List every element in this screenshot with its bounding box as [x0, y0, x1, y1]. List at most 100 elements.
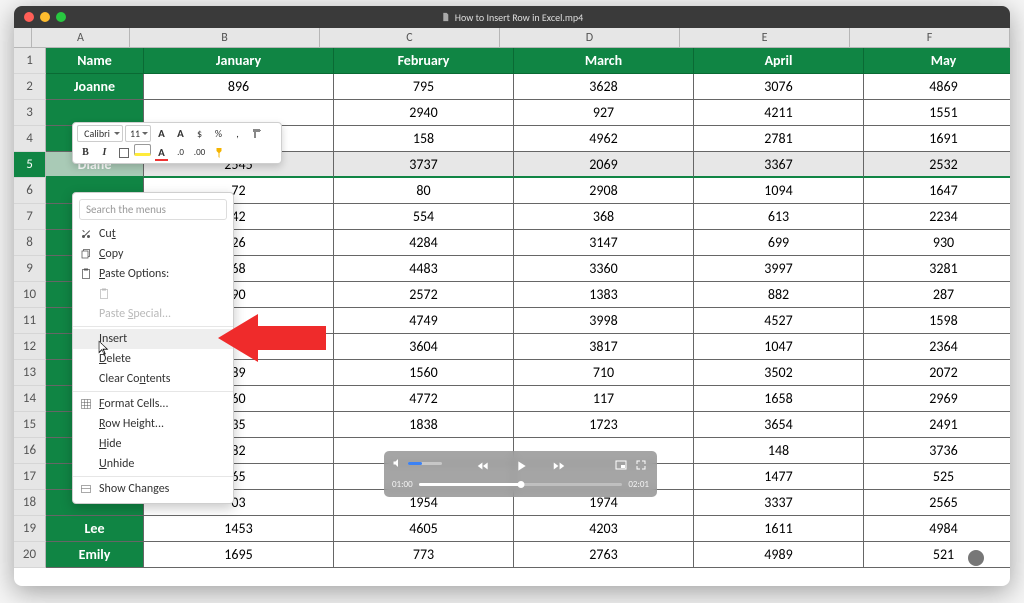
header-cell[interactable]: January [144, 48, 334, 74]
menu-show-changes[interactable]: Show Changes [73, 479, 233, 499]
cell[interactable]: 4772 [334, 386, 514, 412]
row-header[interactable]: 3 [14, 100, 46, 126]
mini-toolbar[interactable]: Calibri 11 A A $ % , B I A .0 .00 [72, 122, 282, 164]
cell[interactable]: Emily [46, 542, 144, 568]
select-all-corner[interactable] [14, 28, 32, 48]
cell[interactable]: 4962 [514, 126, 694, 152]
fullscreen-button[interactable] [633, 457, 649, 473]
cell[interactable]: 287 [864, 282, 1010, 308]
cell[interactable]: 521 [864, 542, 1010, 568]
col-header[interactable]: B [130, 28, 320, 48]
cell[interactable]: 3147 [514, 230, 694, 256]
cell[interactable]: Joanne [46, 74, 144, 100]
col-header[interactable]: C [320, 28, 500, 48]
cell[interactable]: 3654 [694, 412, 864, 438]
maximize-icon[interactable] [56, 12, 66, 22]
menu-row-height[interactable]: Row Height... [73, 414, 233, 434]
row-header[interactable]: 6 [14, 178, 46, 204]
row-header[interactable]: 5 [14, 152, 46, 178]
minimize-icon[interactable] [40, 12, 50, 22]
cell[interactable]: 3997 [694, 256, 864, 282]
cell[interactable]: 3281 [864, 256, 1010, 282]
cell[interactable]: 4989 [694, 542, 864, 568]
cell[interactable]: 1453 [144, 516, 334, 542]
cell[interactable]: 1838 [334, 412, 514, 438]
decimal-decrease-icon[interactable]: .0 [172, 144, 189, 161]
font-size-select[interactable]: 11 [125, 125, 151, 142]
cell[interactable]: 930 [864, 230, 1010, 256]
header-cell[interactable]: March [514, 48, 694, 74]
row-header[interactable]: 1 [14, 48, 46, 74]
cell[interactable]: 1047 [694, 334, 864, 360]
cell[interactable]: 525 [864, 464, 1010, 490]
cell[interactable]: 2072 [864, 360, 1010, 386]
col-header[interactable]: D [500, 28, 680, 48]
cell[interactable]: 3817 [514, 334, 694, 360]
row-header[interactable]: 9 [14, 256, 46, 282]
context-menu[interactable]: Search the menus Cut Copy Paste Options:… [72, 192, 234, 504]
cell[interactable]: 3737 [334, 152, 514, 178]
rewind-button[interactable] [475, 458, 491, 474]
volume-control[interactable] [392, 457, 442, 469]
row-header[interactable]: 15 [14, 412, 46, 438]
cell[interactable]: 1383 [514, 282, 694, 308]
menu-paste-clipboard[interactable] [73, 284, 233, 304]
cell[interactable]: 795 [334, 74, 514, 100]
cell[interactable]: 1647 [864, 178, 1010, 204]
cell[interactable]: 3736 [864, 438, 1010, 464]
increase-font-icon[interactable]: A [153, 125, 170, 142]
cell[interactable]: 117 [514, 386, 694, 412]
percent-icon[interactable]: % [210, 125, 227, 142]
row-header[interactable]: 14 [14, 386, 46, 412]
cell[interactable]: 3367 [694, 152, 864, 178]
cell[interactable]: 368 [514, 204, 694, 230]
cell[interactable]: 4984 [864, 516, 1010, 542]
cell[interactable]: 1723 [514, 412, 694, 438]
cell[interactable]: 2781 [694, 126, 864, 152]
menu-cut[interactable]: Cut [73, 224, 233, 244]
cell[interactable]: 2069 [514, 152, 694, 178]
row-header[interactable]: 8 [14, 230, 46, 256]
menu-hide[interactable]: Hide [73, 434, 233, 454]
cell[interactable]: 2969 [864, 386, 1010, 412]
cell[interactable]: 2763 [514, 542, 694, 568]
cell[interactable]: 4869 [864, 74, 1010, 100]
cell[interactable]: 1611 [694, 516, 864, 542]
row-header[interactable]: 12 [14, 334, 46, 360]
cell[interactable]: 3502 [694, 360, 864, 386]
col-header[interactable]: A [32, 28, 130, 48]
close-icon[interactable] [24, 12, 34, 22]
cell[interactable]: 699 [694, 230, 864, 256]
cell[interactable]: 2565 [864, 490, 1010, 516]
cell[interactable]: 3337 [694, 490, 864, 516]
header-cell[interactable]: April [694, 48, 864, 74]
menu-delete[interactable]: Delete [73, 349, 233, 369]
decrease-font-icon[interactable]: A [172, 125, 189, 142]
forward-button[interactable] [551, 458, 567, 474]
cell[interactable]: 927 [514, 100, 694, 126]
cell[interactable]: 613 [694, 204, 864, 230]
cell[interactable]: 2234 [864, 204, 1010, 230]
cell[interactable]: 148 [694, 438, 864, 464]
cell[interactable]: 3998 [514, 308, 694, 334]
cell[interactable]: 882 [694, 282, 864, 308]
cell[interactable]: 4483 [334, 256, 514, 282]
row-header[interactable]: 10 [14, 282, 46, 308]
row-header[interactable]: 19 [14, 516, 46, 542]
bold-button[interactable]: B [77, 144, 94, 161]
header-cell[interactable]: Name [46, 48, 144, 74]
format-painter-icon[interactable] [210, 144, 227, 161]
cell[interactable]: 4605 [334, 516, 514, 542]
cell[interactable]: 1551 [864, 100, 1010, 126]
row-header[interactable]: 11 [14, 308, 46, 334]
progress-slider[interactable] [419, 483, 623, 486]
cell[interactable]: 1477 [694, 464, 864, 490]
cell[interactable]: 3604 [334, 334, 514, 360]
cell[interactable]: Lee [46, 516, 144, 542]
cell[interactable]: 896 [144, 74, 334, 100]
cell[interactable]: 1560 [334, 360, 514, 386]
cell[interactable]: 2491 [864, 412, 1010, 438]
media-controls[interactable]: 01:00 02:01 [384, 451, 657, 497]
cell[interactable]: 1691 [864, 126, 1010, 152]
col-header[interactable]: F [850, 28, 1010, 48]
